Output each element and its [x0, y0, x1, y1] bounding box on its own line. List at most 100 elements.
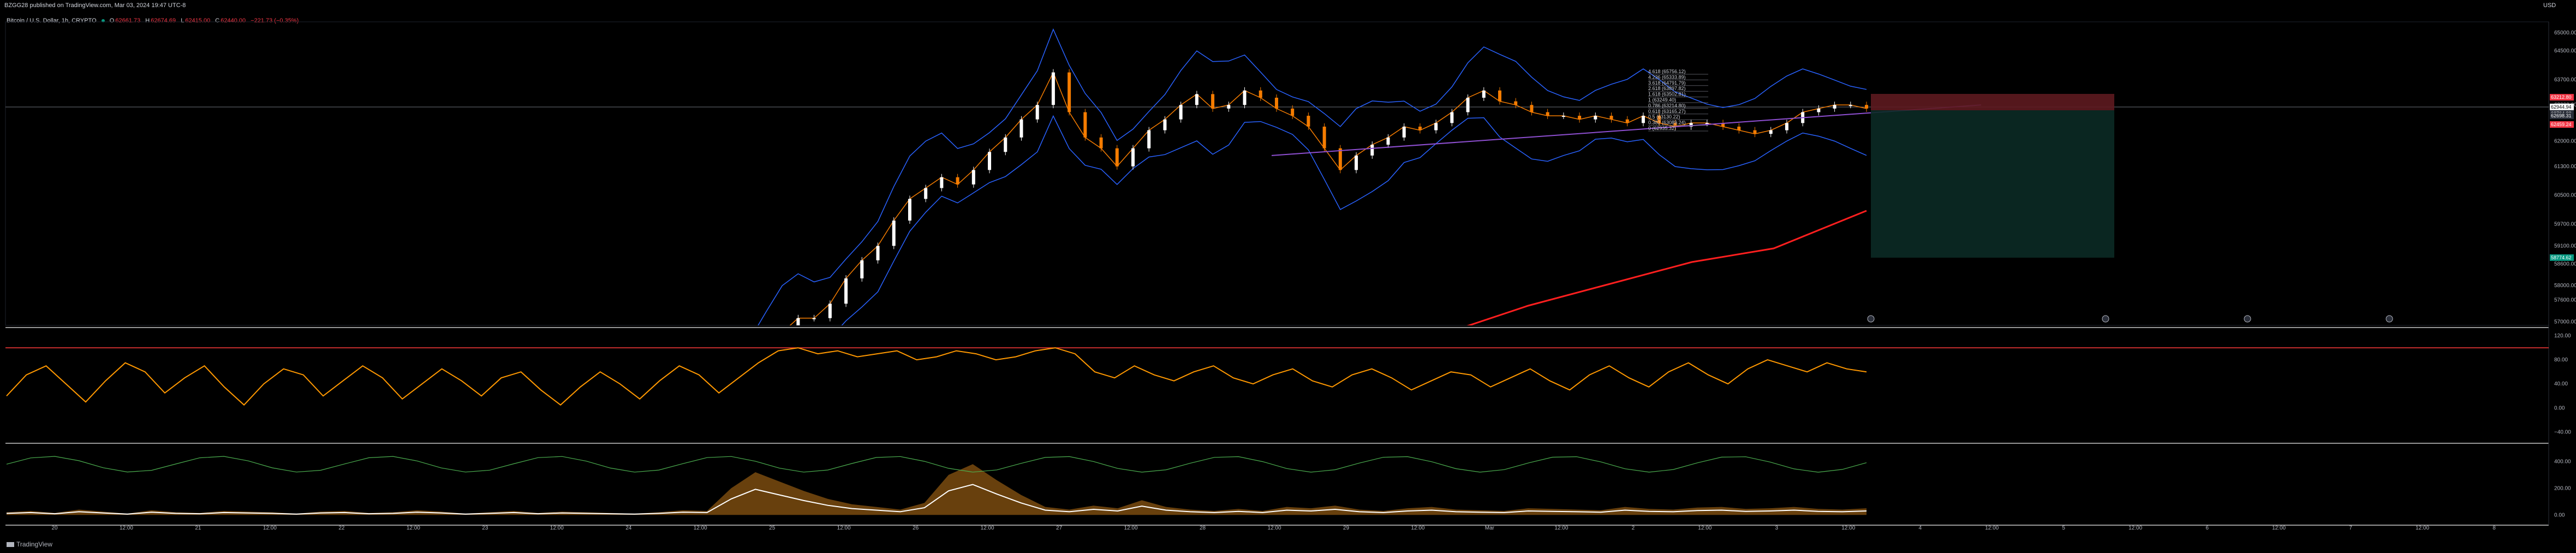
fib-label: 4.236 (65333.89): [1648, 74, 1686, 80]
candle-body: [95, 499, 98, 503]
candle-body: [1211, 94, 1215, 109]
candle-body: [1625, 119, 1629, 123]
time-axis-tick-label: 12:00: [1411, 525, 1424, 531]
osc2-axis-tick-label: 400.00: [2554, 459, 2571, 465]
candle-body: [1051, 72, 1055, 105]
candle-body: [924, 188, 928, 199]
price-axis-tick-label: 58600.00: [2554, 261, 2576, 267]
candle-body: [286, 517, 289, 528]
time-axis-tick-label: 29: [1343, 525, 1350, 531]
candle-body: [1259, 90, 1262, 98]
event-marker-icon: [2386, 315, 2393, 323]
price-axis-tick-label: 65000.00: [2554, 30, 2576, 36]
candle-body: [1386, 137, 1390, 145]
position-stop-zone: [1871, 94, 2114, 110]
osc2-axis-tick-label: 0.00: [2554, 512, 2565, 518]
candle-body: [366, 502, 369, 513]
candle-body: [223, 520, 226, 527]
candle-body: [1482, 90, 1486, 98]
candle-body: [1865, 105, 1868, 109]
time-axis-tick-label: 20: [51, 525, 58, 531]
footer-brand[interactable]: TradingView: [16, 540, 52, 548]
candle-body: [190, 517, 194, 524]
candle-body: [382, 502, 385, 506]
osc1-axis-tick-label: 40.00: [2554, 381, 2568, 387]
candle-body: [1546, 112, 1549, 116]
candle-body: [1147, 130, 1151, 148]
time-axis-tick-label: 2: [1632, 525, 1635, 531]
candle-body: [1338, 148, 1342, 170]
price-badge-text: 63212.80: [2551, 94, 2572, 100]
candle-body: [1769, 130, 1773, 134]
osc1-axis-tick-label: 120.00: [2554, 333, 2571, 339]
candle-body: [1785, 123, 1788, 130]
candle-body: [1434, 123, 1438, 130]
candle-body: [478, 531, 481, 538]
candle-body: [653, 437, 656, 462]
candle-body: [908, 199, 911, 221]
candle-body: [1737, 126, 1741, 130]
osc2-area: [7, 464, 1867, 515]
price-axis-tick-label: 59700.00: [2554, 222, 2576, 228]
price-badge-text: 62944.94: [2551, 104, 2572, 110]
candle-body: [669, 415, 672, 437]
price-badge-text: 58774.62: [2551, 255, 2572, 260]
osc1-axis-tick-label: 0.00: [2554, 405, 2565, 411]
osc2-signal-line: [6, 456, 1867, 473]
candle-body: [127, 491, 130, 495]
time-axis-tick-label: 12:00: [2416, 525, 2429, 531]
ema-200-line: [1466, 210, 1867, 325]
price-axis-tick-label: 59100.00: [2554, 243, 2576, 249]
time-axis-tick-label: 12:00: [1554, 525, 1568, 531]
time-axis-tick-label: 23: [482, 525, 488, 531]
tradingview-logo-icon: [7, 542, 14, 548]
candle-body: [1291, 108, 1295, 116]
price-axis-tick-label: 57000.00: [2554, 319, 2576, 325]
candle-body: [398, 506, 401, 510]
candle-body: [589, 506, 593, 510]
fib-label: 0.382 (63089.24): [1648, 120, 1686, 126]
time-axis-tick-label: 6: [2205, 525, 2209, 531]
candle-body: [971, 170, 975, 185]
candle-body: [828, 304, 832, 318]
candle-body: [1019, 119, 1023, 138]
chart-canvas[interactable]: 4.618 (65756.12)4.236 (65333.89)3.618 (6…: [0, 0, 2576, 553]
candle-body: [159, 499, 162, 506]
price-axis-tick-label: 61300.00: [2554, 164, 2576, 170]
time-axis-tick-label: 5: [2062, 525, 2065, 531]
time-axis-tick-label: 12:00: [1124, 525, 1138, 531]
candle-body: [1115, 148, 1119, 167]
time-axis-tick-label: 12:00: [2128, 525, 2142, 531]
candle-body: [749, 372, 752, 383]
candle-body: [1578, 116, 1582, 120]
candle-body: [510, 528, 513, 539]
candle-body: [143, 495, 146, 499]
time-axis-tick-label: 12:00: [1698, 525, 1712, 531]
price-axis-tick-label: 62000.00: [2554, 138, 2576, 144]
candle-body: [1418, 126, 1422, 130]
candle-body: [175, 506, 178, 517]
fib-label: 0.786 (63214.80): [1648, 103, 1686, 108]
candle-body: [1195, 94, 1198, 105]
price-badge-text: 62459.24: [2551, 122, 2572, 127]
time-axis-tick-label: 26: [913, 525, 919, 531]
fib-label: 3.618 (64791.79): [1648, 80, 1686, 86]
fib-label: 2.618 (63897.82): [1648, 86, 1686, 91]
time-axis-tick-label: 12:00: [120, 525, 133, 531]
candle-body: [1370, 145, 1374, 156]
candle-body: [796, 318, 800, 325]
time-axis-tick-label: Mar: [1485, 525, 1495, 531]
candle-body: [1035, 105, 1039, 120]
osc2-axis-tick-label: 200.00: [2554, 485, 2571, 491]
time-axis-tick-label: 12:00: [1267, 525, 1281, 531]
event-marker-icon: [1867, 315, 1875, 323]
time-axis-tick-label: 3: [1775, 525, 1779, 531]
candle-body: [780, 332, 784, 354]
fib-label: 1 (63249.40): [1648, 97, 1676, 103]
candle-body: [1833, 105, 1836, 109]
candle-body: [1099, 137, 1103, 148]
candle-body: [254, 531, 258, 535]
candle-body: [860, 260, 864, 278]
event-marker-icon: [2244, 315, 2251, 323]
candle-body: [1466, 98, 1470, 112]
